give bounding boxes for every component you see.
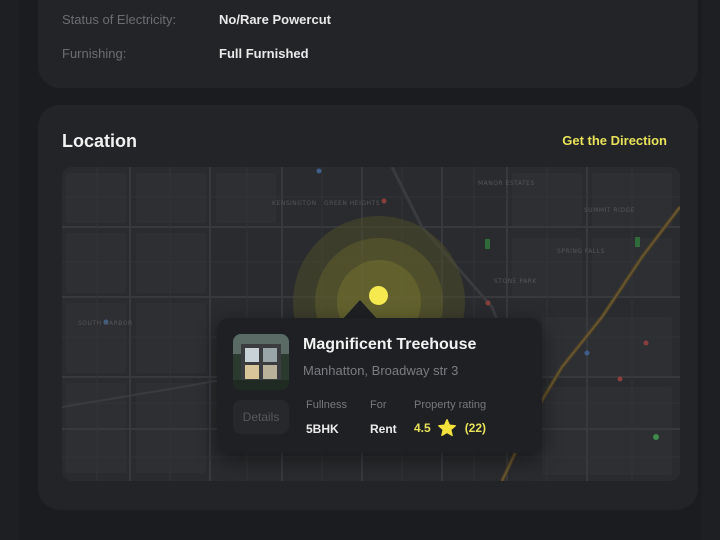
right-edge bbox=[702, 0, 720, 540]
svg-text:SUMMIT RIDGE: SUMMIT RIDGE bbox=[584, 207, 635, 214]
furnishing-value: Full Furnished bbox=[219, 46, 309, 61]
property-details-card: Status of Electricity: No/Rare Powercut … bbox=[38, 0, 698, 88]
svg-text:SOUTH HARBOR: SOUTH HARBOR bbox=[78, 320, 133, 327]
property-popup: Magnificent Treehouse Manhatton, Broadwa… bbox=[217, 318, 542, 453]
electricity-label: Status of Electricity: bbox=[62, 12, 177, 27]
property-title: Magnificent Treehouse bbox=[303, 336, 477, 353]
fullness-value: 5BHK bbox=[306, 422, 339, 436]
svg-text:KENSINGTON: KENSINGTON bbox=[272, 200, 317, 207]
furnishing-label: Furnishing: bbox=[62, 46, 127, 61]
rating-value: 4.5 bbox=[414, 421, 431, 435]
svg-text:MANOR ESTATES: MANOR ESTATES bbox=[478, 180, 535, 187]
get-direction-link[interactable]: Get the Direction bbox=[562, 133, 667, 148]
property-thumbnail[interactable] bbox=[233, 334, 289, 390]
property-address: Manhatton, Broadway str 3 bbox=[303, 363, 459, 378]
for-value: Rent bbox=[370, 422, 397, 436]
svg-text:STONE PARK: STONE PARK bbox=[494, 278, 537, 285]
page: Status of Electricity: No/Rare Powercut … bbox=[0, 0, 720, 540]
rating-label: Property rating bbox=[414, 399, 487, 411]
svg-text:SPRING FALLS: SPRING FALLS bbox=[557, 248, 605, 255]
left-edge bbox=[0, 0, 18, 540]
details-button[interactable]: Details bbox=[233, 400, 289, 434]
star-icon bbox=[437, 419, 456, 437]
popup-pointer bbox=[342, 300, 378, 320]
rating-count: (22) bbox=[464, 421, 487, 435]
electricity-value: No/Rare Powercut bbox=[219, 12, 331, 27]
for-label: For bbox=[370, 399, 387, 411]
svg-text:GREEN HEIGHTS: GREEN HEIGHTS bbox=[324, 200, 380, 207]
rating: 4.5 (22) bbox=[414, 418, 486, 438]
location-title: Location bbox=[62, 131, 137, 151]
fullness-label: Fullness bbox=[306, 399, 347, 411]
